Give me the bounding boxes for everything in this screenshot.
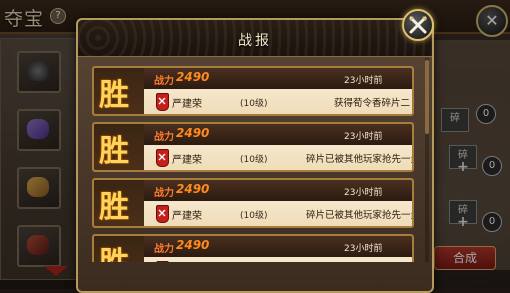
player-flag-icon [156, 149, 169, 167]
list-item[interactable]: 胜 战力 2490 23小时前 严建荣 (10级) 获得荀令香碎片二 [92, 66, 414, 116]
timestamp: 23小时前 [344, 76, 383, 86]
result-badge: 胜 [94, 236, 144, 262]
modal-title: 战报 [238, 33, 272, 49]
timestamp: 23小时前 [344, 244, 383, 254]
win-badge: 胜 [99, 190, 129, 225]
modal-header: 战报 [78, 20, 432, 57]
player-flag-icon [156, 93, 169, 111]
power-value: 2490 [176, 182, 210, 196]
report-result: 碎片已被其他玩家抢先一步 [306, 154, 414, 165]
player-name: 严建荣 [172, 211, 202, 222]
report-list[interactable]: 胜 战力 2490 23小时前 严建荣 (10级) 获得荀令香碎片二 胜 战力 … [90, 58, 424, 262]
win-badge: 胜 [99, 78, 129, 113]
player-name: 严建荣 [172, 99, 202, 110]
power-value: 2490 [176, 70, 210, 84]
report-scrollbar[interactable] [425, 58, 429, 262]
timestamp: 23小时前 [344, 188, 383, 198]
power-label: 战力 [154, 188, 174, 199]
result-badge: 胜 [94, 124, 144, 170]
player-level: (10级) [240, 211, 268, 221]
player-name: 严建荣 [172, 155, 202, 166]
list-item[interactable]: 胜 战力 2490 23小时前 严建荣 (10级) 碎片已被其他玩家抢先一步 [92, 178, 414, 228]
power-label: 战力 [154, 132, 174, 143]
player-level: (10级) [240, 99, 268, 109]
list-item[interactable]: 胜 战力 2490 23小时前 [92, 234, 414, 262]
result-badge: 胜 [94, 180, 144, 226]
scroll-thumb[interactable] [425, 60, 429, 134]
list-item[interactable]: 胜 战力 2490 23小时前 严建荣 (10级) 碎片已被其他玩家抢先一步 [92, 122, 414, 172]
crossed-swords-icon [409, 16, 427, 34]
close-icon[interactable] [402, 9, 434, 41]
power-label: 战力 [154, 76, 174, 87]
player-flag-icon [156, 205, 169, 223]
power-value: 2490 [176, 126, 210, 140]
report-result: 获得荀令香碎片二 [333, 98, 410, 109]
player-flag-icon [156, 261, 169, 262]
result-badge: 胜 [94, 68, 144, 114]
report-result: 碎片已被其他玩家抢先一步 [306, 210, 414, 221]
player-level: (10级) [240, 155, 268, 165]
power-label: 战力 [154, 244, 174, 255]
timestamp: 23小时前 [344, 132, 383, 142]
power-value: 2490 [176, 238, 210, 252]
win-badge: 胜 [99, 134, 129, 169]
win-badge: 胜 [99, 238, 129, 262]
